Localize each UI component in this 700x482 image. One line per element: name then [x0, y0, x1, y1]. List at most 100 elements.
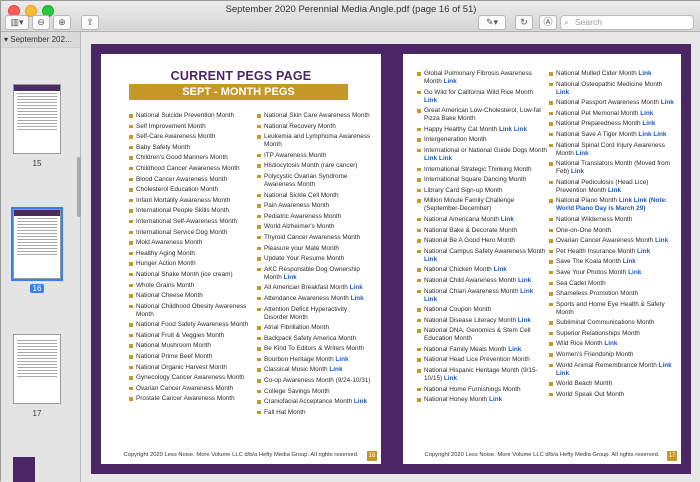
- peg-item-text: Ovarian Cancer Awareness Month: [136, 384, 234, 392]
- peg-item-text: Pediatric Awareness Month: [264, 212, 342, 220]
- peg-item-text: National Piano Month: [556, 197, 618, 205]
- peg-link[interactable]: Link Link: [638, 131, 666, 138]
- peg-item: World Speak Out Month: [549, 391, 675, 399]
- peg-item-text: Go Wild for California Wild Rice Month: [424, 88, 534, 96]
- peg-link[interactable]: Link: [640, 110, 653, 117]
- peg-item: International or National Guide Dogs Mon…: [417, 147, 547, 163]
- peg-item-text: Global Pulmonary Fibrosis Awareness Mont…: [424, 70, 532, 85]
- peg-link[interactable]: Link: [284, 274, 297, 281]
- peg-link[interactable]: Link: [424, 256, 437, 263]
- peg-link[interactable]: Link: [661, 99, 674, 106]
- peg-link[interactable]: Link: [489, 396, 502, 403]
- peg-link[interactable]: Link: [508, 346, 521, 353]
- peg-link[interactable]: Link: [608, 187, 621, 194]
- peg-item: Shameless Promotion Month: [549, 290, 675, 298]
- peg-link[interactable]: Link: [518, 277, 531, 284]
- peg-item-text: International Square Dancing Month: [424, 176, 527, 184]
- peg-item: Mold Awareness Month: [129, 239, 253, 247]
- search-input[interactable]: ⌕ Search: [560, 15, 694, 30]
- peg-item: Million Minute Family Challenge (Septemb…: [417, 197, 547, 213]
- peg-link[interactable]: Link: [424, 97, 437, 104]
- peg-item-text: World Alzheimer's Month: [264, 223, 335, 231]
- thumbnail-page-16[interactable]: [11, 207, 63, 281]
- peg-item-text: National DNA, Genomics & Stem Cell Educa…: [424, 327, 531, 343]
- peg-item-text: National Food Safety Awareness Month: [136, 321, 249, 329]
- peg-item: National Pediculosis (Head Lice) Prevent…: [549, 179, 675, 195]
- peg-item: Great American Low-Cholesterol, Low-fat …: [417, 107, 547, 123]
- peg-item: National Fruit & Veggies Month: [129, 332, 253, 340]
- peg-item: National Shake Month (ice cream): [129, 271, 253, 279]
- share-button[interactable]: ⇧: [81, 15, 99, 30]
- peg-link[interactable]: Link: [637, 248, 650, 255]
- peg-item-text: National Campus Safety Awareness Month: [424, 247, 546, 255]
- sidebar-document-header[interactable]: ▾ September 202...: [1, 32, 80, 48]
- peg-link[interactable]: Link: [329, 366, 342, 373]
- peg-item: Intergeneration Month: [417, 136, 547, 144]
- peg-item: Save Your Photos Month Link: [549, 269, 675, 277]
- peg-item-text: Fall Hat Month: [264, 408, 306, 416]
- peg-link[interactable]: Link: [444, 78, 457, 85]
- peg-item: National Home Furnishings Month: [417, 386, 547, 394]
- thumbnail-sidebar: ▾ September 202... 15 16 17: [1, 32, 81, 482]
- peg-link[interactable]: Link: [501, 216, 514, 223]
- peg-item: Pain Awareness Month: [257, 202, 373, 210]
- peg-item-text: Women's Friendship Month: [556, 351, 634, 359]
- peg-link[interactable]: Link: [655, 237, 668, 244]
- peg-item-text: Histiocytosis Month (rare cancer): [264, 162, 358, 170]
- peg-item-text: National Suicide Prevention Month: [136, 112, 235, 119]
- peg-item: Atrial Fibrillation Month: [257, 324, 373, 332]
- peg-link[interactable]: Link: [354, 398, 367, 405]
- peg-link[interactable]: Link: [518, 317, 531, 324]
- zoom-out-button[interactable]: ⊖: [32, 15, 50, 30]
- markup-toolbar-button[interactable]: Ⓐ: [539, 15, 557, 30]
- peg-item: National Organic Harvest Month: [129, 364, 253, 372]
- sidebar-toggle-button[interactable]: ▥▾: [5, 15, 29, 30]
- peg-link[interactable]: Link: [350, 284, 363, 291]
- peg-item-text: National Disease Literacy Month: [424, 316, 516, 324]
- peg-link[interactable]: Link: [571, 168, 584, 175]
- peg-link[interactable]: Link: [628, 269, 641, 276]
- peg-item-text: National Child Awareness Month: [424, 276, 517, 284]
- peg-link[interactable]: Link: [351, 295, 364, 302]
- peg-link[interactable]: Link: [623, 258, 636, 265]
- peg-item: National Honey Month Link: [417, 396, 547, 404]
- peg-item-text: National Chiari Awareness Month: [424, 287, 519, 295]
- peg-item: National Sickle Cell Month: [257, 192, 373, 200]
- peg-link[interactable]: Link: [604, 340, 617, 347]
- peg-link[interactable]: Link: [638, 70, 651, 77]
- thumbnail-page-15[interactable]: [13, 84, 61, 154]
- page-title: CURRENT PEGS PAGE: [170, 69, 312, 83]
- peg-link[interactable]: Link: [642, 120, 655, 127]
- peg-item-text: National Mushroom Month: [136, 342, 211, 350]
- peg-item-text: National Be A Good Hero Month: [424, 237, 515, 245]
- search-placeholder: Search: [575, 17, 602, 27]
- peg-link[interactable]: Link Link: [424, 155, 452, 162]
- peg-item: National Pet Memorial Month Link: [549, 110, 675, 118]
- peg-item: College Savings Month: [257, 388, 373, 396]
- peg-item-text: Ovarian Cancer Awareness Month: [556, 237, 654, 245]
- peg-list-right-2: National Mulled Cider Month Link National…: [549, 70, 675, 401]
- rotate-button[interactable]: ↻: [515, 15, 533, 30]
- peg-item-text: Co-op Awareness Month (9/24-10/31): [264, 377, 371, 385]
- thumbnail-page-18[interactable]: [13, 457, 35, 482]
- peg-item-text: Whole Grains Month: [136, 281, 195, 289]
- peg-item-text: National Pediculosis (Head Lice) Prevent…: [556, 178, 649, 194]
- peg-link[interactable]: Link: [576, 150, 589, 157]
- peg-link[interactable]: Link: [556, 89, 569, 96]
- peg-link[interactable]: Link: [494, 266, 507, 273]
- peg-item-text: National Osteopathic Medicine Month: [556, 80, 663, 88]
- peg-item-text: World Animal Remembrance Month: [556, 361, 657, 369]
- peg-item-text: Mold Awareness Month: [136, 239, 203, 247]
- peg-item-text: National Sickle Cell Month: [264, 191, 339, 199]
- thumbnail-page-17[interactable]: [13, 334, 61, 404]
- document-view: CURRENT PEGS PAGE SEPT - MONTH PEGS Nati…: [81, 32, 700, 482]
- peg-link[interactable]: Link: [444, 375, 457, 382]
- page-17: Global Pulmonary Fibrosis Awareness Mont…: [403, 54, 681, 464]
- peg-link[interactable]: Link: [335, 356, 348, 363]
- peg-item: Histiocytosis Month (rare cancer): [257, 162, 373, 170]
- peg-link[interactable]: Link Link: [499, 126, 527, 133]
- peg-item-text: Backpack Safety America Month: [264, 334, 356, 342]
- zoom-in-button[interactable]: ⊕: [53, 15, 71, 30]
- peg-item: Infant Mortality Awareness Month: [129, 197, 253, 205]
- markup-pen-button[interactable]: ✎▾: [478, 15, 506, 30]
